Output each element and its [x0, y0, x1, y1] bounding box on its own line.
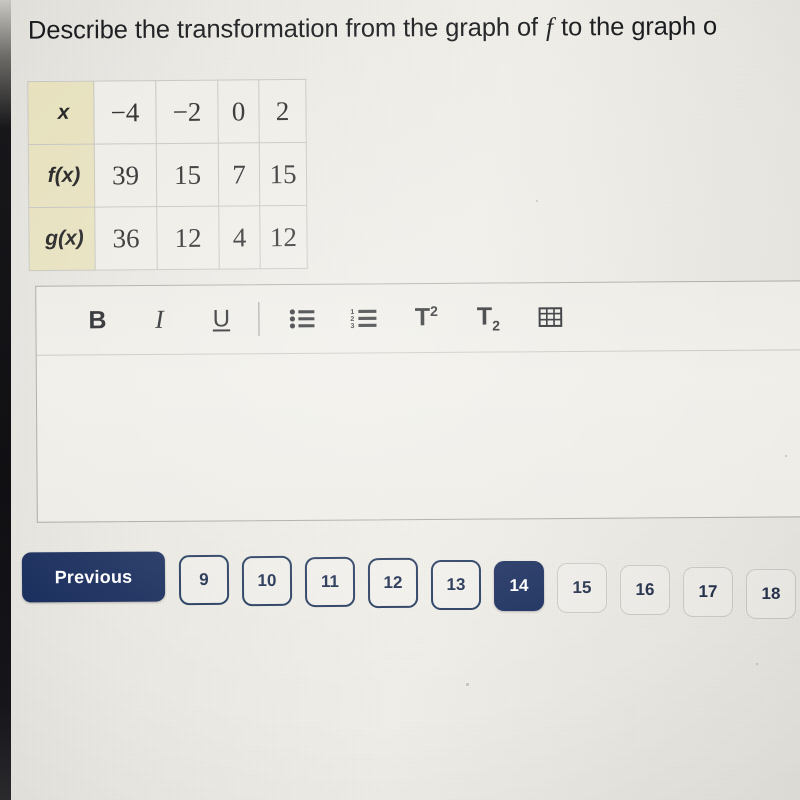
page-button-13[interactable]: 13	[430, 559, 482, 611]
page-button-16[interactable]: 16	[619, 564, 671, 616]
numbered-list-button[interactable]: 1 2 3	[333, 295, 395, 341]
svg-text:1: 1	[350, 309, 354, 316]
function-table: x −4 −2 0 2 f(x) 39 15 7 15 g(x) 36 12 4…	[27, 78, 308, 272]
pagination-bar: Previous 9 10 11 12 13 14 15 16 17 18	[21, 549, 800, 629]
table-cell: 7	[218, 142, 260, 207]
prompt-variable-f: f	[545, 12, 554, 42]
previous-button[interactable]: Previous	[21, 551, 166, 603]
italic-icon: I	[154, 304, 164, 334]
table-grid-icon	[538, 307, 563, 328]
superscript-icon: T2	[414, 303, 438, 332]
bulleted-list-button[interactable]	[271, 296, 333, 342]
page-button-label: 16	[635, 579, 655, 600]
previous-button-label: Previous	[54, 566, 133, 587]
page-button-label: 13	[446, 574, 466, 595]
page-button-label: 15	[572, 577, 592, 598]
table-cell: 36	[94, 206, 158, 271]
editor-text-area[interactable]	[37, 350, 800, 522]
table-cell: 15	[156, 143, 219, 207]
superscript-button[interactable]: T2	[395, 295, 457, 341]
page-button-18[interactable]: 18	[746, 569, 796, 619]
svg-text:3: 3	[350, 323, 354, 330]
page-title: Describe the transformation from the gra…	[28, 9, 800, 47]
page-button-label: 12	[383, 572, 403, 593]
table-cell: 15	[259, 142, 307, 206]
table-row: f(x) 39 15 7 15	[28, 142, 307, 208]
italic-button[interactable]: I	[128, 297, 190, 343]
underline-button[interactable]: U	[190, 296, 252, 342]
page-button-label: 11	[320, 571, 340, 592]
bold-icon: B	[88, 305, 107, 334]
page-button-label: 9	[199, 569, 209, 590]
table-cell: 12	[156, 206, 220, 270]
page-button-label: 18	[761, 584, 781, 603]
table-cell: 2	[258, 79, 307, 143]
table-row-label-gx: g(x)	[28, 207, 96, 271]
table-cell: 12	[259, 205, 308, 269]
table-cell: −2	[155, 80, 219, 144]
page-button-9[interactable]: 9	[178, 554, 230, 606]
page-button-14-current[interactable]: 14	[493, 560, 545, 612]
table-row: g(x) 36 12 4 12	[28, 205, 308, 271]
page-button-12[interactable]: 12	[367, 557, 419, 609]
numbered-list-icon: 1 2 3	[350, 309, 377, 330]
table-row: x −4 −2 0 2	[27, 79, 307, 145]
subscript-button[interactable]: T2	[457, 294, 519, 340]
prompt-text-end: to the graph o	[554, 12, 718, 42]
page-button-label: 10	[257, 570, 277, 591]
toolbar-divider	[258, 302, 260, 337]
table-cell: 4	[218, 205, 261, 270]
svg-text:2: 2	[350, 316, 354, 323]
bold-button[interactable]: B	[66, 297, 128, 343]
bulleted-list-icon	[289, 309, 315, 329]
page-button-11[interactable]: 11	[304, 556, 356, 608]
editor-toolbar: B I U 1 2 3 T2 T2	[36, 281, 800, 356]
underline-icon: U	[212, 305, 231, 333]
table-row-label-x: x	[27, 81, 95, 145]
subscript-icon: T2	[476, 302, 501, 334]
insert-table-button[interactable]	[519, 294, 581, 340]
table-cell: −4	[93, 80, 157, 145]
rich-text-editor: B I U 1 2 3 T2 T2	[35, 280, 800, 523]
page-button-15[interactable]: 15	[556, 562, 608, 614]
table-row-label-fx: f(x)	[28, 144, 95, 208]
page-button-17[interactable]: 17	[682, 566, 734, 618]
page-button-10[interactable]: 10	[241, 555, 293, 607]
table-cell: 39	[94, 143, 157, 208]
prompt-text-start: Describe the transformation from the gra…	[27, 13, 546, 45]
page-button-label: 14	[509, 575, 529, 596]
page-button-label: 17	[698, 581, 718, 602]
function-table-container: x −4 −2 0 2 f(x) 39 15 7 15 g(x) 36 12 4…	[27, 78, 308, 272]
table-cell: 0	[217, 79, 260, 144]
